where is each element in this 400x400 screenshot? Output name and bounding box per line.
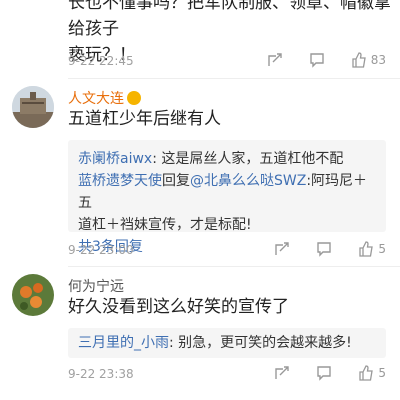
reply-button[interactable]	[309, 52, 325, 68]
share-button[interactable]	[274, 241, 290, 257]
reply-item: 三月里的_小雨: 别急，更可笑的会越来越多!	[78, 332, 376, 354]
username[interactable]: 何为宁远	[68, 276, 124, 296]
thumbs-up-icon	[359, 365, 374, 381]
reply-button[interactable]	[316, 241, 332, 257]
avatar[interactable]	[12, 86, 54, 128]
comment-actions: 83	[267, 52, 386, 68]
comment-icon	[317, 366, 332, 381]
reply-text: : 这是屌丝人家，五道杠他不配	[152, 151, 344, 167]
comment-time: 9-22 23:38	[68, 367, 134, 381]
avatar-image	[12, 274, 54, 316]
reply-item: 赤阑桥aiwx: 这是屌丝人家，五道杠他不配	[78, 148, 376, 170]
like-button[interactable]: 5	[358, 365, 386, 381]
reply-mention[interactable]: @北鼻么么哒SWZ	[190, 173, 306, 189]
share-icon	[275, 242, 290, 255]
username-text: 人文大连	[68, 91, 124, 107]
divider	[68, 78, 400, 79]
like-count: 5	[378, 366, 386, 380]
thumbs-up-icon	[352, 52, 366, 68]
comment-actions: 5	[274, 241, 386, 257]
comment-icon	[310, 53, 324, 68]
avatar-image	[12, 86, 54, 128]
like-button[interactable]: 83	[351, 52, 386, 68]
share-button[interactable]	[267, 52, 283, 68]
comment-text: 五道杠少年后继有人	[68, 109, 221, 129]
comment-text: 好久没看到这么好笑的宣传了	[68, 297, 289, 317]
reply-box[interactable]: 赤阑桥aiwx: 这是屌丝人家，五道杠他不配 蓝桥遗梦天使回复@北鼻么么哒SWZ…	[68, 140, 386, 255]
share-button[interactable]	[274, 365, 290, 381]
username[interactable]: 人文大连	[68, 88, 141, 108]
reply-username[interactable]: 赤阑桥aiwx	[78, 151, 152, 167]
vip-crown-icon	[127, 91, 141, 105]
thumbs-up-icon	[359, 241, 374, 257]
divider	[68, 266, 400, 267]
comment-time: 9-22 23:00	[68, 243, 134, 257]
reply-connector: 回复	[162, 173, 190, 189]
like-button[interactable]: 5	[358, 241, 386, 257]
comment-icon	[317, 242, 332, 257]
like-count: 5	[378, 242, 386, 256]
reply-username[interactable]: 三月里的_小雨	[78, 335, 169, 351]
like-count: 83	[370, 53, 386, 67]
share-icon	[275, 366, 290, 379]
share-icon	[268, 53, 282, 66]
comment-time: 9-22 22:45	[68, 54, 134, 68]
avatar[interactable]	[12, 274, 54, 316]
reply-text: : 别急，更可笑的会越来越多!	[169, 335, 352, 351]
reply-box[interactable]: 三月里的_小雨: 别急，更可笑的会越来越多!	[68, 328, 386, 358]
reply-username[interactable]: 蓝桥遗梦天使	[78, 173, 162, 189]
reply-text-cont: 道杠＋裆妹宣传，才是标配!	[78, 217, 252, 233]
comment-text-line: 长也不懂事吗？把军队制服、领章、帽徽拿给孩子	[68, 0, 391, 39]
comment-actions: 5	[274, 365, 386, 381]
reply-item: 蓝桥遗梦天使回复@北鼻么么哒SWZ:阿玛尼＋五	[78, 170, 376, 214]
reply-button[interactable]	[316, 365, 332, 381]
